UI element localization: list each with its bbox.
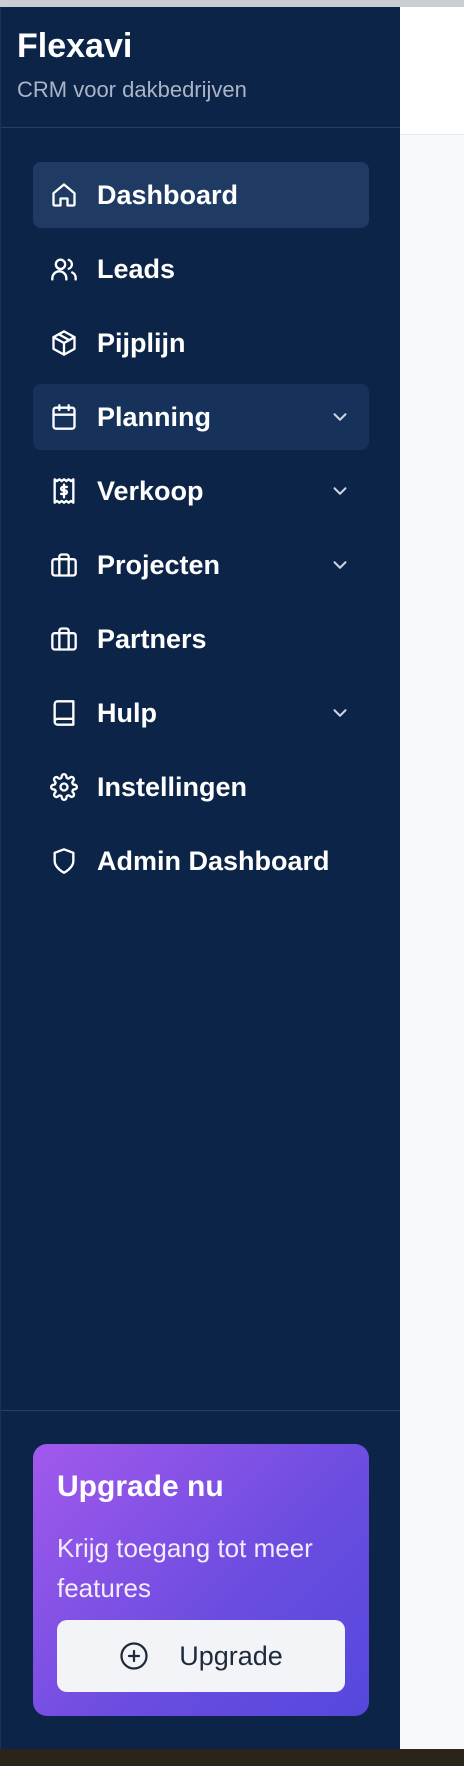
sidebar-item-dashboard[interactable]: Dashboard	[33, 162, 369, 228]
package-icon	[49, 328, 79, 358]
sidebar-nav: Dashboard Leads Pijplijn Planning Verkoo…	[33, 162, 369, 902]
sidebar-item-instellingen[interactable]: Instellingen	[33, 754, 369, 820]
sidebar-item-label: Partners	[97, 623, 207, 654]
book-icon	[49, 698, 79, 728]
chevron-down-icon[interactable]	[329, 406, 351, 428]
plus-circle-icon	[120, 1642, 148, 1670]
sidebar-item-partners[interactable]: Partners	[33, 606, 369, 672]
home-icon	[49, 180, 79, 210]
sidebar-header-divider	[1, 127, 401, 128]
upgrade-card: Upgrade nu Krijg toegang tot meer featur…	[33, 1444, 369, 1716]
sidebar-item-admin-dashboard[interactable]: Admin Dashboard	[33, 828, 369, 894]
sidebar-item-label: Dashboard	[97, 179, 239, 210]
upgrade-button-label: Upgrade	[179, 1640, 283, 1671]
brand-title: Flexavi	[17, 27, 133, 65]
main-content	[400, 7, 464, 1749]
sidebar-item-label: Planning	[97, 401, 211, 432]
chevron-down-icon[interactable]	[329, 554, 351, 576]
sidebar-item-label: Admin Dashboard	[97, 845, 330, 876]
sidebar-item-label: Hulp	[97, 697, 157, 728]
chevron-down-icon[interactable]	[329, 480, 351, 502]
upgrade-button[interactable]: Upgrade	[57, 1620, 345, 1692]
upgrade-text: Krijg toegang tot meer features	[57, 1533, 313, 1603]
calendar-icon	[49, 402, 79, 432]
receipt-icon	[49, 476, 79, 506]
sidebar-item-label: Pijplijn	[97, 327, 186, 358]
main-header	[400, 7, 464, 135]
brand-subtitle: CRM voor dakbedrijven	[17, 77, 247, 102]
sidebar-item-projecten[interactable]: Projecten	[33, 532, 369, 598]
briefcase-icon	[49, 624, 79, 654]
sidebar-item-leads[interactable]: Leads	[33, 236, 369, 302]
window-top-border	[0, 0, 464, 7]
sidebar-item-label: Leads	[97, 253, 176, 284]
gear-icon	[49, 772, 79, 802]
sidebar-item-label: Verkoop	[97, 475, 204, 506]
sidebar-footer-divider	[1, 1410, 401, 1411]
brand: Flexavi CRM voor dakbedrijven	[17, 29, 247, 103]
sidebar-item-label: Projecten	[97, 549, 221, 580]
sidebar-item-verkoop[interactable]: Verkoop	[33, 458, 369, 524]
shield-icon	[49, 846, 79, 876]
briefcase-icon	[49, 550, 79, 580]
sidebar-item-pijplijn[interactable]: Pijplijn	[33, 310, 369, 376]
users-icon	[49, 254, 79, 284]
chevron-down-icon[interactable]	[329, 702, 351, 724]
sidebar-item-label: Instellingen	[97, 771, 248, 802]
upgrade-title: Upgrade nu	[57, 1470, 224, 1503]
sidebar: Flexavi CRM voor dakbedrijven Dashboard …	[0, 7, 401, 1749]
sidebar-item-hulp[interactable]: Hulp	[33, 680, 369, 746]
sidebar-item-planning[interactable]: Planning	[33, 384, 369, 450]
